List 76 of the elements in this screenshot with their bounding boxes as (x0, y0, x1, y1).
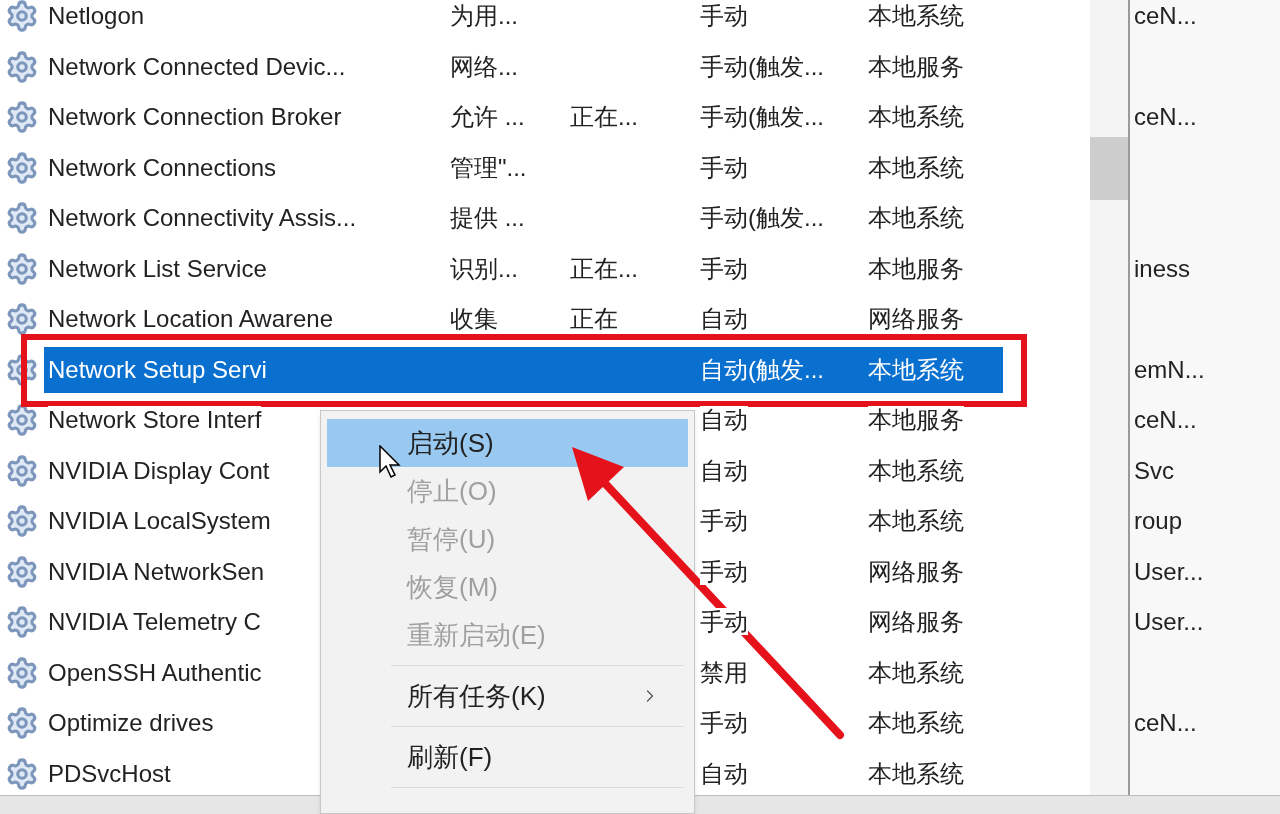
table-cell: 本地系统 (868, 153, 964, 181)
table-cell-text: iness (1134, 253, 1191, 284)
table-cell: 自动 (700, 759, 748, 787)
table-cell: 收集 (450, 305, 498, 333)
table-cell: 自动 (700, 406, 748, 434)
table-cell: 手动(触发... (700, 103, 824, 131)
table-cell: 禁用 (700, 658, 748, 686)
table-cell-text: User... (1134, 556, 1204, 587)
table-cell-text: emN... (1134, 354, 1205, 385)
table-cell: 本地服务 (868, 254, 964, 282)
menu-item[interactable]: 所有任务(K) (327, 672, 688, 720)
table-cell: 网络服务 (868, 608, 964, 636)
scrollbar-thumb[interactable] (1090, 137, 1128, 200)
gear-icon (5, 504, 39, 539)
cursor-icon (379, 445, 401, 479)
table-cell: 允许 ... (450, 103, 525, 131)
selected-row[interactable]: Network Setup Servi 自动(触发... 本地系统 (44, 346, 1003, 393)
table-cell: 正在... (570, 103, 638, 131)
table-cell-text: roup (1134, 506, 1183, 537)
table-cell: 本地服务 (868, 406, 964, 434)
table-cell: 手动 (700, 709, 748, 737)
table-cell: 本地系统 (868, 204, 964, 232)
table-cell: 本地系统 (868, 456, 964, 484)
table-cell: 手动 (700, 557, 748, 585)
gear-icon (5, 150, 39, 185)
table-cell: 正在... (570, 254, 638, 282)
gear-icon (5, 100, 39, 135)
table-cell: 手动 (700, 2, 748, 30)
gear-icon (5, 453, 39, 488)
gear-icon (5, 302, 39, 337)
gear-icon (5, 403, 39, 438)
menu-item[interactable]: 启动(S) (327, 419, 688, 467)
table-cell: 手动 (700, 153, 748, 181)
table-cell: 本地系统 (868, 507, 964, 535)
scrollbar[interactable] (1090, 0, 1128, 795)
table-cell-text: ceN... (1134, 1, 1197, 32)
table-cell: 手动 (700, 254, 748, 282)
table-cell: 识别... (450, 254, 518, 282)
gear-icon (5, 655, 39, 690)
table-cell: 自动 (700, 305, 748, 333)
table-cell: 网络... (450, 52, 518, 80)
gear-icon (5, 352, 39, 387)
table-cell: 网络服务 (868, 557, 964, 585)
table-cell: 手动(触发... (700, 204, 824, 232)
gear-icon (5, 706, 39, 741)
gear-icon (5, 0, 39, 34)
table-cell-text: User... (1134, 607, 1204, 638)
table-cell: 自动 (700, 456, 748, 484)
table-cell: 为用... (450, 2, 518, 30)
table-cell-text: Svc (1134, 455, 1174, 486)
gear-icon (5, 554, 39, 589)
table-cell: 本地系统 (868, 103, 964, 131)
table-cell: 本地系统 (868, 2, 964, 30)
table-cell: 手动 (700, 608, 748, 636)
gear-icon (5, 251, 39, 286)
menu-item[interactable]: 刷新(F) (327, 733, 688, 781)
table-cell: 本地系统 (868, 709, 964, 737)
table-cell[interactable]: Network Setup Servi (48, 355, 267, 383)
table-cell: 本地系统 (868, 658, 964, 686)
table-cell: 手动 (700, 507, 748, 535)
table-cell: 正在 (570, 305, 618, 333)
table-cell: 提供 ... (450, 204, 525, 232)
table-cell-text: ceN... (1134, 102, 1197, 133)
table-cell: 本地系统 (868, 355, 964, 383)
gear-icon (5, 49, 39, 84)
table-cell: 本地系统 (868, 759, 964, 787)
table-cell: 手动(触发... (700, 52, 824, 80)
table-cell: 自动(触发... (700, 355, 824, 383)
gear-icon (5, 201, 39, 236)
table-cell: 管理"... (450, 153, 527, 181)
table-cell-text: ceN... (1134, 708, 1197, 739)
table-cell-text: ceN... (1134, 405, 1197, 436)
table-cell: 网络服务 (868, 305, 964, 333)
gear-icon (5, 605, 39, 640)
table-cell: 本地服务 (868, 52, 964, 80)
gear-icon (5, 756, 39, 791)
